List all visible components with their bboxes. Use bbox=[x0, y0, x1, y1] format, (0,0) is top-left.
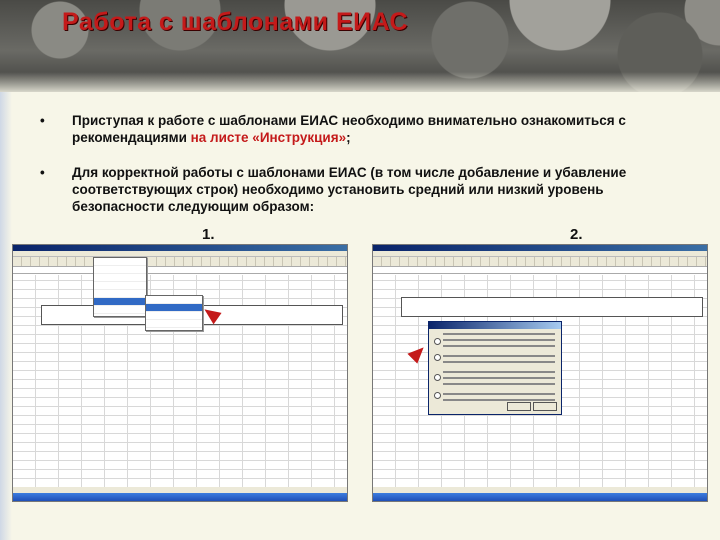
slide-title: Работа с шаблонами ЕИАС bbox=[62, 8, 409, 36]
security-level-radio bbox=[434, 338, 441, 345]
sheet-table-header bbox=[401, 297, 703, 317]
bullet-1-highlight: на листе «Инструкция» bbox=[190, 130, 347, 145]
step-number-2: 2. bbox=[570, 226, 583, 243]
bullet-icon: • bbox=[40, 165, 45, 180]
excel-tools-menu-screenshot bbox=[12, 244, 348, 502]
windows-taskbar bbox=[13, 493, 347, 501]
excel-security-dialog-screenshot bbox=[372, 244, 708, 502]
left-decor-strip bbox=[0, 92, 12, 540]
bullet-item-2: • Для корректной работы с шаблонами ЕИАС… bbox=[40, 164, 670, 215]
header-fade bbox=[0, 72, 720, 96]
formula-bar bbox=[13, 267, 347, 274]
formula-bar bbox=[373, 267, 707, 274]
tools-menu-dropdown bbox=[93, 257, 147, 317]
security-level-radio bbox=[434, 392, 441, 399]
ok-button bbox=[507, 402, 531, 411]
windows-taskbar bbox=[373, 493, 707, 501]
bullet-2-text: Для корректной работы с шаблонами ЕИАС (… bbox=[72, 165, 627, 214]
security-level-radio bbox=[434, 354, 441, 361]
toolbar bbox=[13, 257, 347, 267]
security-dialog bbox=[428, 321, 562, 415]
bullet-icon: • bbox=[40, 113, 45, 128]
toolbar bbox=[373, 257, 707, 267]
bullet-list: • Приступая к работе с шаблонами ЕИАС не… bbox=[40, 112, 670, 233]
step-number-1: 1. bbox=[202, 226, 215, 243]
macro-submenu bbox=[145, 295, 203, 331]
security-level-radio bbox=[434, 374, 441, 381]
dialog-title-bar bbox=[429, 322, 561, 329]
cancel-button bbox=[533, 402, 557, 411]
bullet-item-1: • Приступая к работе с шаблонами ЕИАС не… bbox=[40, 112, 670, 146]
bullet-1-text-end: ; bbox=[346, 130, 351, 145]
